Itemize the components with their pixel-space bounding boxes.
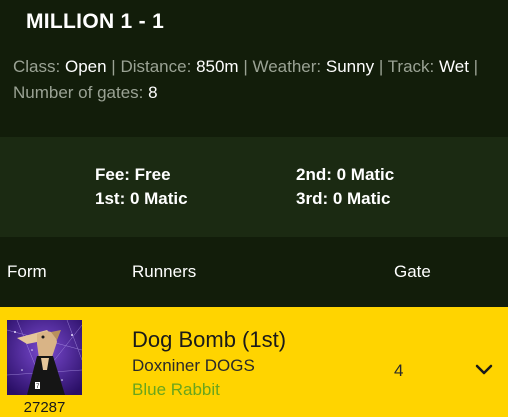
runner-owner: Doxniner DOGS: [132, 356, 255, 375]
runners-table-header: Form Runners Gate: [0, 237, 508, 307]
gate-number: 4: [394, 361, 404, 380]
separator: |: [243, 57, 248, 76]
track-value: Wet: [439, 57, 469, 76]
prize-panel: Fee: Free 1st: 0 Matic 2nd: 0 Matic 3rd:…: [0, 137, 508, 237]
runner-row[interactable]: 7 27287 Dog Bomb (1st) Doxniner DOGS Blu…: [0, 307, 508, 417]
separator: |: [473, 57, 479, 76]
gates-value: 8: [148, 83, 158, 102]
column-gate: Gate: [394, 262, 431, 281]
gates-label: Number of gates:: [13, 83, 144, 102]
column-form: Form: [7, 262, 47, 281]
race-header: MILLION 1 - 1 Class: Open | Distance: 85…: [0, 0, 508, 137]
greyhound-icon: 7: [7, 320, 82, 395]
separator: |: [378, 57, 384, 76]
race-title: MILLION 1 - 1: [26, 10, 165, 33]
entry-fee: Fee: Free: [95, 165, 171, 184]
distance-label: Distance:: [120, 57, 192, 76]
runner-name[interactable]: Dog Bomb (1st): [132, 327, 286, 353]
second-prize: 2nd: 0 Matic: [296, 165, 395, 184]
chevron-down-icon[interactable]: [474, 363, 494, 377]
class-label: Class:: [13, 57, 61, 76]
distance-value: 850m: [196, 57, 239, 76]
third-prize: 3rd: 0 Matic: [296, 189, 391, 208]
token-id: 27287: [23, 399, 66, 416]
race-details: Class: Open | Distance: 850m | Weather: …: [13, 54, 501, 106]
separator: |: [111, 57, 116, 76]
first-prize: 1st: 0 Matic: [95, 189, 188, 208]
weather-value: Sunny: [325, 57, 375, 76]
runner-trainer: Blue Rabbit: [132, 380, 220, 399]
weather-label: Weather:: [252, 57, 322, 76]
greyhound-avatar: 7: [7, 320, 82, 395]
column-runners: Runners: [132, 262, 197, 281]
class-value: Open: [64, 57, 107, 76]
track-label: Track:: [387, 57, 435, 76]
